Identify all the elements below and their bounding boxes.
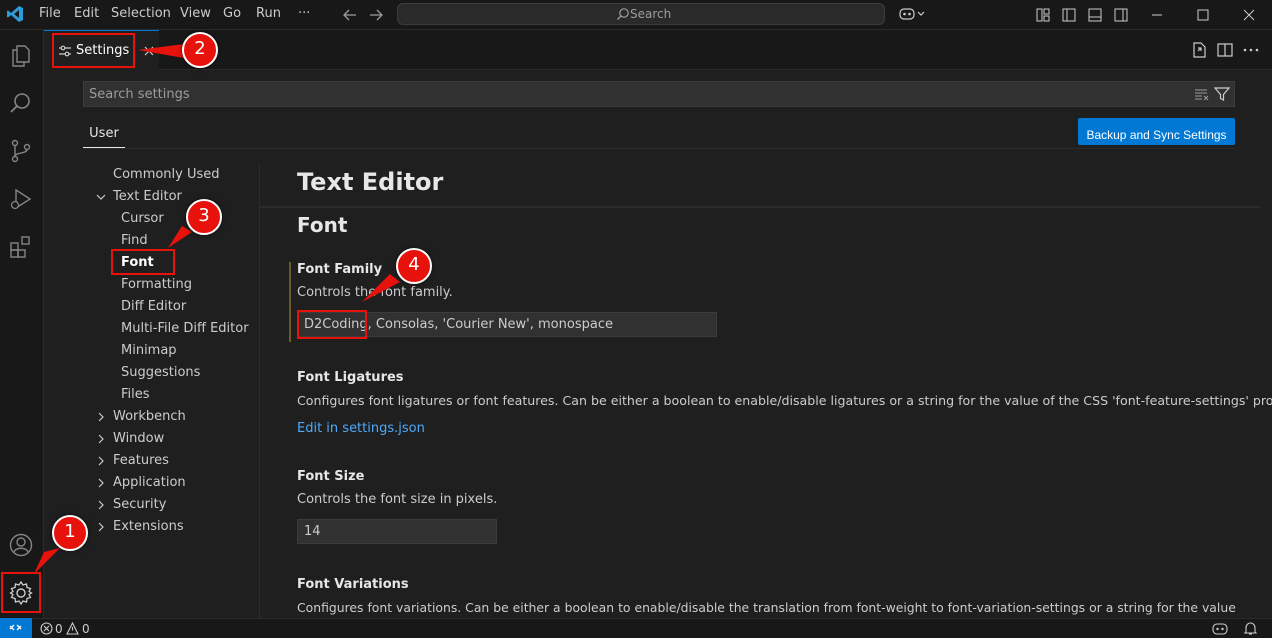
annotation-arrows [34, 44, 400, 574]
arrow-4 [362, 274, 400, 302]
annotation-badge-3: 3 [186, 199, 222, 235]
annotation-badge-4: 4 [396, 248, 432, 284]
arrow-3 [168, 226, 192, 248]
annotation-badge-2: 2 [182, 32, 218, 68]
annotation-badge-1: 1 [52, 515, 88, 551]
arrow-2 [138, 44, 184, 58]
arrow-1 [34, 548, 60, 574]
